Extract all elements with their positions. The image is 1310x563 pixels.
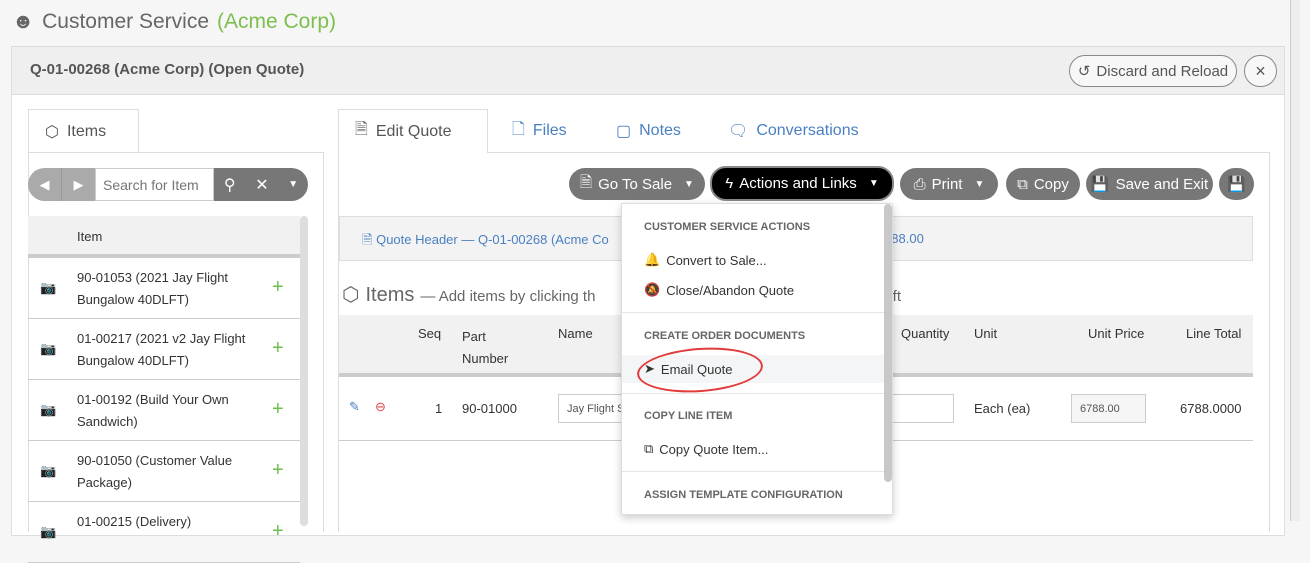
add-icon[interactable]: + <box>272 459 284 482</box>
menu-scrollbar[interactable] <box>884 204 892 482</box>
tab-edit-quote[interactable]: 🗎 Edit Quote <box>338 109 488 153</box>
add-icon[interactable]: + <box>272 337 284 360</box>
discard-reload-button[interactable]: ↺ Discard and Reload <box>1069 55 1237 87</box>
note-icon: ▢ <box>616 123 632 140</box>
edit-icon[interactable]: ✎ <box>349 399 360 415</box>
lightning-icon: ϟ <box>725 175 734 192</box>
menu-item-copy-quote-item[interactable]: ⧉ Copy Quote Item... <box>622 435 884 463</box>
items-section-heading: ⬡ Items — Add items by clicking th <box>342 284 596 306</box>
bell-icon: 🔔 <box>644 252 661 267</box>
close-button[interactable]: × <box>1244 55 1277 87</box>
printer-icon: ⎙ <box>913 175 926 193</box>
item-search-input[interactable] <box>95 168 214 201</box>
list-item[interactable]: 📷 90-01053 (2021 Jay Flight Bungalow 40DL… <box>28 258 300 319</box>
file-icon: 🗋 <box>512 120 525 138</box>
camera-icon[interactable]: 📷 <box>40 402 56 418</box>
chevron-down-icon: ▼ <box>868 178 879 189</box>
copy-icon: ⧉ <box>1017 175 1028 193</box>
quote-doc-icon: 🗎 <box>355 121 368 138</box>
camera-icon[interactable]: 📷 <box>40 341 56 357</box>
items-scrollbar[interactable] <box>300 216 308 526</box>
copy-button[interactable]: ⧉ Copy <box>1006 168 1080 200</box>
divider <box>622 393 884 394</box>
list-item[interactable]: 📷 01-00215 (Delivery) + <box>28 502 300 563</box>
save-icon: 💾 <box>1227 176 1246 193</box>
copy-icon: ⧉ <box>644 441 654 456</box>
add-icon[interactable]: + <box>272 520 284 543</box>
go-to-sale-button[interactable]: 🗎 Go To Sale ▼ <box>569 168 705 200</box>
save-button[interactable]: 💾 <box>1219 168 1254 200</box>
list-item[interactable]: 📷 01-00217 (2021 v2 Jay Flight Bungalow 4… <box>28 319 300 380</box>
camera-icon[interactable]: 📷 <box>40 524 56 540</box>
record-title: Q-01-00268 (Acme Corp) (Open Quote) <box>30 61 305 78</box>
undo-icon: ↺ <box>1077 63 1091 80</box>
invoice-icon: 🗎 <box>580 173 593 191</box>
search-icon[interactable]: ⚲ <box>224 175 236 195</box>
camera-icon[interactable]: 📷 <box>40 280 56 296</box>
items-table-header: Item <box>28 216 300 258</box>
menu-item-convert-to-sale[interactable]: 🔔 Convert to Sale... <box>622 246 884 274</box>
save-exit-button[interactable]: 💾 Save and Exit <box>1086 168 1213 200</box>
list-item[interactable]: 📷 90-01050 (Customer Value Package) + <box>28 441 300 502</box>
clear-icon[interactable]: ✕ <box>255 175 268 195</box>
close-icon: × <box>1255 60 1266 81</box>
quote-doc-icon: 🗎 <box>362 232 373 247</box>
unit-price-input[interactable]: 6788.00 <box>1071 394 1146 423</box>
tab-files[interactable]: 🗋 Files <box>496 109 583 153</box>
save-icon: 💾 <box>1090 176 1110 193</box>
print-button[interactable]: ⎙ Print ▼ <box>900 168 998 200</box>
chat-icon: 🗨 <box>728 123 749 140</box>
item-search-bar: ◀ ▶ ⚲ ✕ ▼ <box>28 168 308 201</box>
chevron-down-icon[interactable]: ▼ <box>288 179 298 190</box>
divider <box>622 312 884 313</box>
tab-conversations[interactable]: 🗨 Conversations <box>712 109 875 153</box>
page-scrollbar[interactable] <box>1290 0 1300 521</box>
cube-icon: ⬡ <box>342 284 360 306</box>
app-title: ☻ Customer Service (Acme Corp) <box>12 10 337 33</box>
menu-item-close-abandon[interactable]: 🔕 Close/Abandon Quote <box>622 276 884 304</box>
cube-icon: ⬡ <box>45 123 59 141</box>
divider <box>622 471 884 472</box>
add-icon[interactable]: + <box>272 398 284 421</box>
bell-slash-icon: 🔕 <box>644 282 661 297</box>
chevron-down-icon: ▼ <box>684 178 694 190</box>
quote-header-link[interactable]: 🗎 Quote Header — Q-01-00268 (Acme Co <box>362 231 609 253</box>
next-button[interactable]: ▶ <box>62 168 95 201</box>
tab-notes[interactable]: ▢ Notes <box>600 109 697 153</box>
headset-icon: ☻ <box>12 10 35 33</box>
prev-button[interactable]: ◀ <box>28 168 62 201</box>
list-item[interactable]: 📷 01-00192 (Build Your Own Sandwich) + <box>28 380 300 441</box>
actions-links-button[interactable]: ϟ Actions and Links ▼ <box>710 166 894 201</box>
chevron-down-icon: ▼ <box>974 178 985 190</box>
remove-icon[interactable]: ⊖ <box>375 399 386 415</box>
add-icon[interactable]: + <box>272 276 284 299</box>
camera-icon[interactable]: 📷 <box>40 463 56 479</box>
tab-items[interactable]: ⬡ Items <box>28 109 139 153</box>
